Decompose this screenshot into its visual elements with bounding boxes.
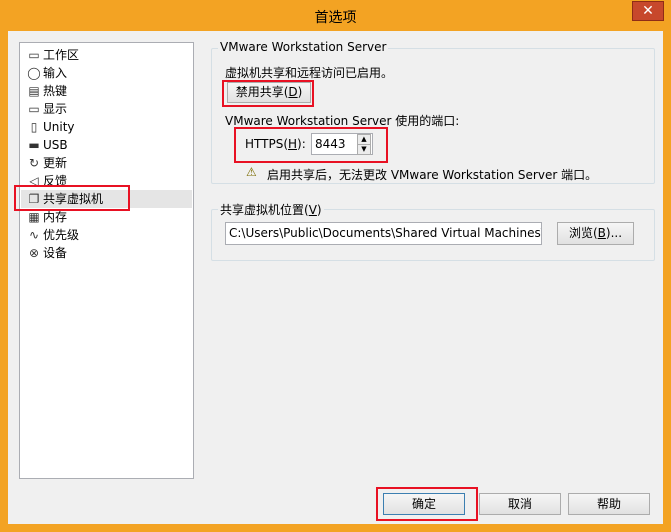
sidebar-item-label: 内存 xyxy=(43,210,68,224)
https-accel: H xyxy=(288,137,298,151)
preferences-window: 首选项 ✕ ▭ 工作区 ◯ 输入 ▤ 热键 ▭ 显示 ▯ Unity ▬ USB ↻ 更新 ◁ 反馈 ❐ 共享虚拟… xyxy=(0,0,671,532)
dialog-body: ▭ 工作区 ◯ 输入 ▤ 热键 ▭ 显示 ▯ Unity ▬ USB ↻ 更新 ◁ 反馈 ❐ 共享虚拟机 ▦ 内存 ∿ 优… xyxy=(8,31,663,524)
https-label-text: HTTPS( xyxy=(245,137,289,151)
sidebar-item-label: 更新 xyxy=(43,156,68,170)
location-group: 共享虚拟机位置(V) C:\Users\Public\Documents\Sha… xyxy=(211,201,655,261)
monitor-icon: ▭ xyxy=(28,102,40,116)
warning-text: 启用共享后，无法更改 VMware Workstation Server 端口。 xyxy=(267,168,598,182)
server-group-title: VMware Workstation Server xyxy=(218,40,389,54)
sidebar-item-label: 工作区 xyxy=(43,48,80,62)
mouse-icon: ◯ xyxy=(27,66,41,80)
shared-vm-path: C:\Users\Public\Documents\Shared Virtual… xyxy=(229,226,542,240)
disable-sharing-end: ) xyxy=(297,85,303,99)
server-group: VMware Workstation Server 虚拟机共享和远程访问已启用。… xyxy=(211,40,655,184)
sidebar-item-label: 热键 xyxy=(43,84,68,98)
browse-button[interactable]: 浏览(B)... xyxy=(557,222,634,245)
device-icon: ⊗ xyxy=(28,246,40,260)
sidebar-item[interactable]: ⊗ 设备 xyxy=(21,244,192,262)
port-label: VMware Workstation Server 使用的端口: xyxy=(225,114,460,128)
refresh-icon: ↻ xyxy=(28,156,40,170)
sidebar-item-label: 共享虚拟机 xyxy=(43,192,104,206)
unity-icon: ▯ xyxy=(30,120,38,134)
sidebar-item-label: 设备 xyxy=(43,246,68,260)
https-label-end: ): xyxy=(297,137,306,151)
sidebar-item-label: Unity xyxy=(43,120,75,134)
warning-icon: ⚠ xyxy=(246,165,257,179)
https-port-value: 8443 xyxy=(315,137,346,151)
sidebar-item-label: 优先级 xyxy=(43,228,80,242)
sidebar-item-label: USB xyxy=(43,138,68,152)
sidebar-item[interactable]: ▭ 显示 xyxy=(21,100,192,118)
location-accel: V xyxy=(308,203,317,217)
https-label: HTTPS(H): xyxy=(245,137,306,151)
location-title-text: 共享虚拟机位置( xyxy=(220,203,309,217)
usb-icon: ▬ xyxy=(28,138,40,152)
location-group-title: 共享虚拟机位置(V) xyxy=(218,201,324,218)
browse-label: 浏览( xyxy=(568,226,598,240)
sharing-status-text: 虚拟机共享和远程访问已启用。 xyxy=(225,66,394,80)
sidebar-item-label: 反馈 xyxy=(43,174,68,188)
cancel-button[interactable]: 取消 xyxy=(479,493,561,515)
disable-sharing-label: 禁用共享( xyxy=(235,85,289,99)
close-button[interactable]: ✕ xyxy=(632,1,664,21)
sidebar-item[interactable]: ↻ 更新 xyxy=(21,154,192,172)
sidebar-item[interactable]: ▤ 热键 xyxy=(21,82,192,100)
sidebar-item[interactable]: ▯ Unity xyxy=(21,118,192,136)
disable-sharing-accel: D xyxy=(288,85,298,99)
title-bar[interactable]: 首选项 ✕ xyxy=(0,0,671,31)
sidebar-item[interactable]: ◯ 输入 xyxy=(21,64,192,82)
ok-button[interactable]: 确定 xyxy=(383,493,465,515)
window-title: 首选项 xyxy=(314,10,357,26)
sidebar-item[interactable]: ▦ 内存 xyxy=(21,208,192,226)
location-title-end: ) xyxy=(316,203,322,217)
browse-end: )... xyxy=(605,226,623,240)
sidebar-item[interactable]: ∿ 优先级 xyxy=(21,226,192,244)
port-decrement-button[interactable]: ▼ xyxy=(357,144,371,155)
sidebar-item[interactable]: ▭ 工作区 xyxy=(21,46,192,64)
disable-sharing-button[interactable]: 禁用共享(D) xyxy=(227,82,311,103)
browse-accel: B xyxy=(597,226,606,240)
sidebar-item[interactable]: ▬ USB xyxy=(21,136,192,154)
shared-vm-location-input[interactable]: C:\Users\Public\Documents\Shared Virtual… xyxy=(225,222,542,245)
sidebar-item-label: 输入 xyxy=(43,66,68,80)
help-button[interactable]: 帮助 xyxy=(568,493,650,515)
memory-icon: ▦ xyxy=(28,210,40,224)
sidebar-item-label: 显示 xyxy=(43,102,68,116)
sidebar-item[interactable]: ❐ 共享虚拟机 xyxy=(21,190,192,208)
category-tree[interactable]: ▭ 工作区 ◯ 输入 ▤ 热键 ▭ 显示 ▯ Unity ▬ USB ↻ 更新 ◁ 反馈 ❐ 共享虚拟机 ▦ 内存 ∿ 优… xyxy=(19,42,194,479)
priority-icon: ∿ xyxy=(28,228,40,242)
workspace-icon: ▭ xyxy=(28,48,40,62)
shared-vm-icon: ❐ xyxy=(28,192,40,206)
feedback-icon: ◁ xyxy=(29,174,39,188)
sidebar-item[interactable]: ◁ 反馈 xyxy=(21,172,192,190)
hotkey-icon: ▤ xyxy=(28,84,40,98)
